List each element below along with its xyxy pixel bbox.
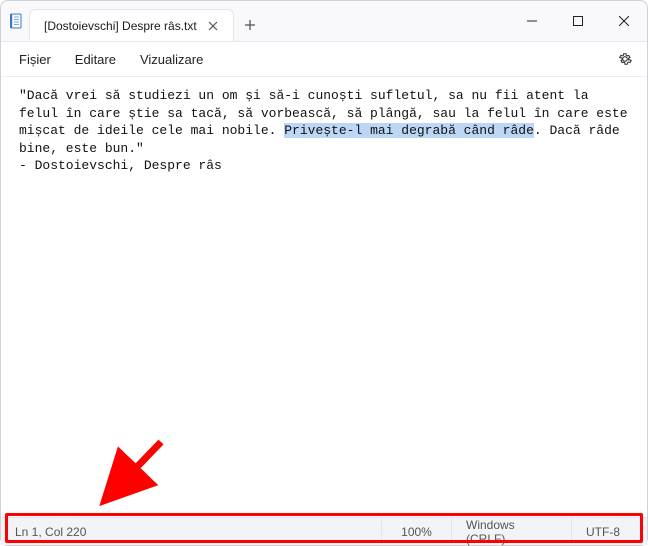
menu-bar: Fișier Editare Vizualizare (1, 41, 647, 77)
tab-strip: [Dostoievschi] Despre râs.txt (29, 1, 266, 41)
menu-file[interactable]: Fișier (7, 46, 63, 73)
tab-active[interactable]: [Dostoievschi] Despre râs.txt (29, 9, 234, 41)
notepad-window: [Dostoievschi] Despre râs.txt Fișier Edi… (0, 0, 648, 546)
maximize-button[interactable] (555, 1, 601, 41)
tab-title: [Dostoievschi] Despre râs.txt (44, 19, 197, 33)
new-tab-button[interactable] (234, 9, 266, 41)
title-bar[interactable]: [Dostoievschi] Despre râs.txt (1, 1, 647, 41)
minimize-button[interactable] (509, 1, 555, 41)
status-bar: Ln 1, Col 220 100% Windows (CRLF) UTF-8 (1, 517, 647, 545)
status-zoom[interactable]: 100% (381, 518, 451, 545)
close-window-button[interactable] (601, 1, 647, 41)
menu-view[interactable]: Vizualizare (128, 46, 215, 73)
menu-edit[interactable]: Editare (63, 46, 128, 73)
window-controls (509, 1, 647, 41)
close-tab-icon[interactable] (205, 18, 221, 34)
status-line-ending[interactable]: Windows (CRLF) (451, 518, 571, 545)
settings-button[interactable] (609, 43, 641, 75)
gear-icon (617, 51, 633, 67)
text-selection: Privește-l mai degrabă când râde (284, 123, 534, 138)
text-editor[interactable]: "Dacă vrei să studiezi un om și să-i cun… (1, 77, 647, 517)
app-icon (5, 1, 29, 41)
status-encoding[interactable]: UTF-8 (571, 518, 647, 545)
status-position[interactable]: Ln 1, Col 220 (1, 518, 381, 545)
